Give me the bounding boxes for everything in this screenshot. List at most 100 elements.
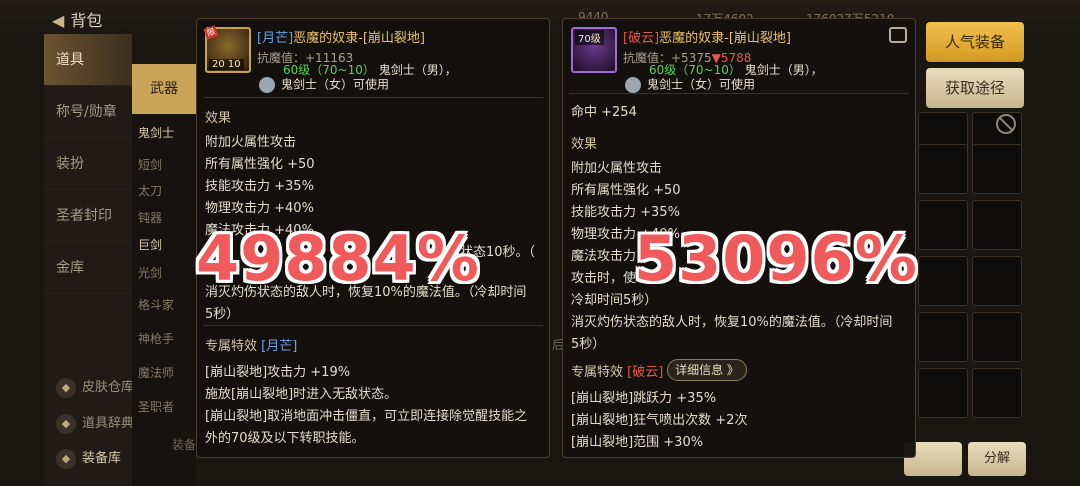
level-badge: 70级: [575, 30, 604, 45]
effect-line: 攻击时，使: [571, 271, 637, 286]
decompose-label: 分解: [983, 451, 1010, 466]
skin-storage-link[interactable]: ◆ 皮肤仓库: [56, 376, 134, 398]
overlay-percent-right: 53096%: [634, 222, 918, 295]
skin-storage-label: 皮肤仓库: [82, 380, 135, 395]
nav-item-seal[interactable]: 圣者封印: [44, 190, 132, 242]
requirement: 60级（70~10） 鬼剑士（男）， 鬼剑士（女）可使用: [625, 63, 823, 93]
share-icon[interactable]: [889, 27, 907, 43]
sub-item-greatsword[interactable]: 巨剑: [138, 236, 162, 253]
inventory-slot[interactable]: [918, 368, 968, 418]
inventory-slot[interactable]: [972, 256, 1022, 306]
middle-hint-b: 装备: [172, 438, 197, 452]
forbidden-icon: [996, 114, 1016, 134]
skin-icon: ◆: [56, 377, 76, 398]
effect-line: 消灭灼伤状态的敌人时，恢复10%的魔法值。（冷却时间: [571, 315, 893, 330]
sub-item-mage[interactable]: 魔法师: [138, 364, 174, 381]
divider: [569, 93, 909, 94]
divider: [203, 97, 543, 98]
item-dictionary-label: 道具辞典: [82, 416, 135, 431]
inventory-slot[interactable]: [918, 256, 968, 306]
effect-line: 技能攻击力 +35%: [205, 179, 314, 194]
nav-item-items[interactable]: 道具: [44, 34, 132, 86]
effect-line: 5秒）: [205, 307, 240, 322]
special-line: 施放[崩山裂地]时进入无敌状态。: [205, 387, 398, 402]
inventory-slot[interactable]: [918, 144, 968, 194]
req-class-1: 鬼剑士（男），: [378, 63, 457, 77]
inventory-slot[interactable]: [972, 368, 1022, 418]
effect-line: 物理攻击力 +40%: [205, 201, 314, 216]
sub-item-priest[interactable]: 圣职者: [138, 398, 174, 415]
weapon-icon: 限 20 10: [203, 25, 251, 73]
weapon-icon: 70级: [571, 27, 617, 73]
req-class-2: 鬼剑士（女）可使用: [647, 77, 756, 92]
item-title: [月芒]恶魔的奴隶-[崩山裂地]: [257, 27, 425, 46]
nav-item-titles[interactable]: 称号/勋章: [44, 86, 132, 138]
sub-item-katana[interactable]: 太刀: [138, 182, 162, 199]
sub-item-lightsabre[interactable]: 光剑: [138, 264, 162, 281]
title-prefix: [破云]: [623, 31, 660, 46]
special-line: [崩山裂地]攻击力 +19%: [205, 365, 351, 380]
inventory-slot[interactable]: [972, 312, 1022, 362]
nav-item-vault[interactable]: 金库: [44, 242, 132, 294]
special-tag: [破云]: [627, 365, 664, 380]
req-class-1: 鬼剑士（男），: [744, 63, 823, 77]
effects-heading: 效果: [205, 111, 232, 126]
effect-line: 所有属性强化 +50: [571, 183, 681, 198]
special-heading-label: 专属特效: [571, 365, 624, 380]
req-level: 60级（70~10）: [649, 63, 741, 77]
sub-item-blunt[interactable]: 钝器: [138, 209, 162, 226]
title-prefix: [月芒]: [257, 31, 294, 46]
special-line: 外的70级及以下转职技能。: [205, 431, 365, 446]
gem-icon: [259, 77, 275, 93]
equipment-storage-link[interactable]: ◆ 装备库: [56, 447, 121, 469]
back-label: 背包: [70, 11, 103, 30]
special-line: [崩山裂地]跳跃力 +35%: [571, 391, 717, 406]
sub-item-fighter[interactable]: 格斗家: [138, 296, 174, 313]
obtain-route-button[interactable]: 获取途径: [926, 68, 1024, 108]
effect-line: 附加火属性攻击: [571, 161, 663, 176]
effect-line: 技能攻击力 +35%: [571, 205, 680, 220]
item-title: [破云]恶魔的奴隶-[崩山裂地]: [623, 27, 791, 46]
book-icon: ◆: [56, 413, 76, 434]
effect-line: 所有属性强化 +50: [205, 157, 315, 172]
divider: [203, 325, 543, 326]
req-level: 60级（70~10）: [283, 63, 375, 77]
special-line: [崩山裂地]狂气喷出次数 +2次: [571, 413, 748, 428]
special-heading: 专属特效 [破云]: [571, 361, 663, 380]
item-dictionary-link[interactable]: ◆ 道具辞典: [56, 412, 134, 434]
special-heading-label: 专属特效: [205, 339, 258, 354]
inventory-slot[interactable]: [918, 200, 968, 250]
sub-item-slayer[interactable]: 鬼剑士: [138, 124, 174, 141]
effect-line: 附加火属性攻击: [205, 135, 297, 150]
storage-icon: ◆: [56, 448, 76, 469]
sub-item-dagger[interactable]: 短剑: [138, 156, 162, 173]
inventory-slot[interactable]: [972, 200, 1022, 250]
back-button[interactable]: ◀ 背包: [52, 7, 102, 31]
sub-head-weapon[interactable]: 武器: [132, 64, 196, 114]
requirement: 60级（70~10） 鬼剑士（男）， 鬼剑士（女）可使用: [259, 63, 457, 93]
special-line: [崩山裂地]范围 +30%: [571, 435, 704, 450]
special-line: [崩山裂地]取消地面冲击僵直，可立即连接除觉醒技能之: [205, 409, 528, 424]
sub-item-gunner[interactable]: 神枪手: [138, 330, 174, 347]
inventory-slot[interactable]: [918, 312, 968, 362]
req-class-2: 鬼剑士（女）可使用: [281, 77, 390, 92]
back-arrow-icon: ◀: [52, 11, 65, 30]
popular-equipment-button[interactable]: 人气装备: [926, 22, 1024, 62]
nav-item-avatar[interactable]: 装扮: [44, 138, 132, 190]
overlay-percent-left: 49884%: [196, 222, 480, 295]
hit-line: 命中 +254: [571, 105, 637, 120]
detail-info-button[interactable]: 详细信息 》: [667, 359, 747, 381]
level-badge: 20 10: [209, 59, 244, 70]
equipment-storage-label: 装备库: [82, 451, 122, 466]
limited-tag: 限: [203, 25, 219, 40]
effects-heading: 效果: [571, 137, 598, 152]
decompose-button[interactable]: 分解: [968, 442, 1026, 476]
inventory-slot[interactable]: [972, 144, 1022, 194]
title-name: 恶魔的奴隶-[崩山裂地]: [293, 31, 425, 46]
effect-line: 5秒）: [571, 337, 606, 352]
special-heading: 专属特效 [月芒]: [205, 335, 297, 354]
special-tag: [月芒]: [261, 339, 298, 354]
effect-line: 魔法攻击力: [571, 249, 637, 264]
title-name: 恶魔的奴隶-[崩山裂地]: [659, 31, 791, 46]
gem-icon: [625, 77, 641, 93]
